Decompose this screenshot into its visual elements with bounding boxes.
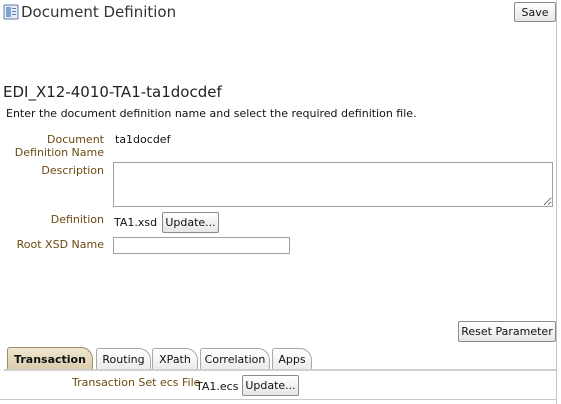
tab-xpath[interactable]: XPath: [152, 348, 198, 369]
description-textarea[interactable]: [113, 162, 553, 207]
ecs-update-button[interactable]: Update...: [242, 375, 299, 396]
document-heading: EDI_X12-4010-TA1-ta1docdef: [3, 83, 222, 101]
root-xsd-label: Root XSD Name: [16, 238, 104, 251]
panel-border: [556, 0, 557, 404]
definition-value: TA1.xsd: [114, 216, 158, 229]
document-name-value: ta1docdef: [115, 133, 171, 146]
document-icon: [3, 4, 19, 20]
instructions-text: Enter the document definition name and s…: [6, 107, 417, 120]
tab-routing[interactable]: Routing: [96, 348, 151, 369]
tab-apps[interactable]: Apps: [272, 348, 312, 369]
description-label: Description: [41, 164, 104, 177]
tab-strip-divider: [4, 369, 556, 371]
content-divider: [0, 399, 557, 400]
tab-correlation[interactable]: Correlation: [200, 348, 270, 369]
document-name-label: Document Definition Name: [4, 133, 104, 159]
reset-parameter-button[interactable]: Reset Parameter: [458, 321, 556, 342]
definition-label: Definition: [50, 213, 104, 226]
document-name-label-line1: Document: [47, 133, 104, 146]
definition-update-button[interactable]: Update...: [162, 212, 219, 233]
transaction-set-ecs-value: TA1.ecs: [196, 380, 239, 393]
transaction-set-ecs-label: Transaction Set ecs File: [72, 376, 201, 389]
page-title: Document Definition: [21, 3, 177, 21]
root-xsd-input[interactable]: [113, 237, 290, 254]
tab-transaction[interactable]: Transaction: [7, 347, 93, 370]
save-button[interactable]: Save: [514, 2, 556, 22]
document-name-label-line2: Definition Name: [14, 146, 104, 159]
